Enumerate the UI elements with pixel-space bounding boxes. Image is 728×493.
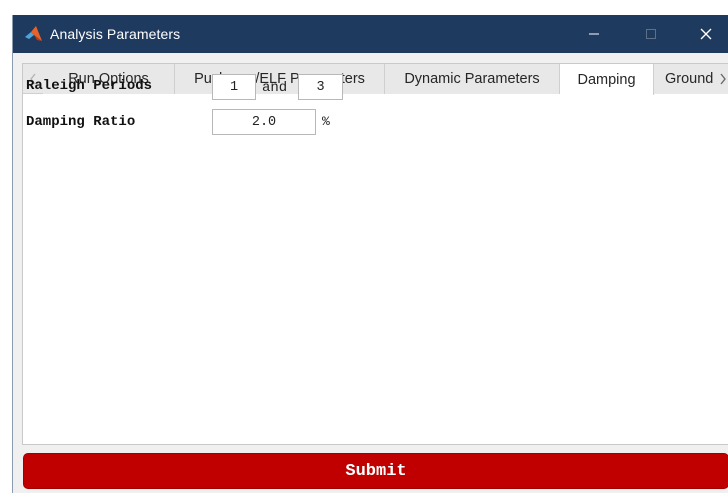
title-bar[interactable]: Analysis Parameters [13,15,728,53]
submit-button[interactable]: Submit [23,453,728,489]
damping-ratio-field[interactable]: 2.0 [212,109,316,135]
close-button[interactable] [681,15,728,53]
analysis-parameters-window: Analysis Parameters Run Options Pushover… [12,15,728,493]
raleigh-periods-label: Raleigh Periods [26,78,153,94]
tab-dynamic-parameters[interactable]: Dynamic Parameters [385,64,560,94]
raleigh-period-1-field[interactable]: 1 [212,74,256,100]
damping-ratio-label: Damping Ratio [26,114,136,130]
minimize-button[interactable] [569,15,619,53]
maximize-button[interactable] [626,15,676,53]
window-title: Analysis Parameters [50,26,181,42]
tab-ground[interactable]: Ground [654,64,722,94]
percent-unit-label: % [322,114,330,129]
chevron-right-icon[interactable] [716,64,728,94]
and-label: and [262,80,288,96]
raleigh-period-2-field[interactable]: 3 [298,74,343,100]
tab-damping[interactable]: Damping [560,64,654,95]
matlab-app-icon [25,26,43,42]
